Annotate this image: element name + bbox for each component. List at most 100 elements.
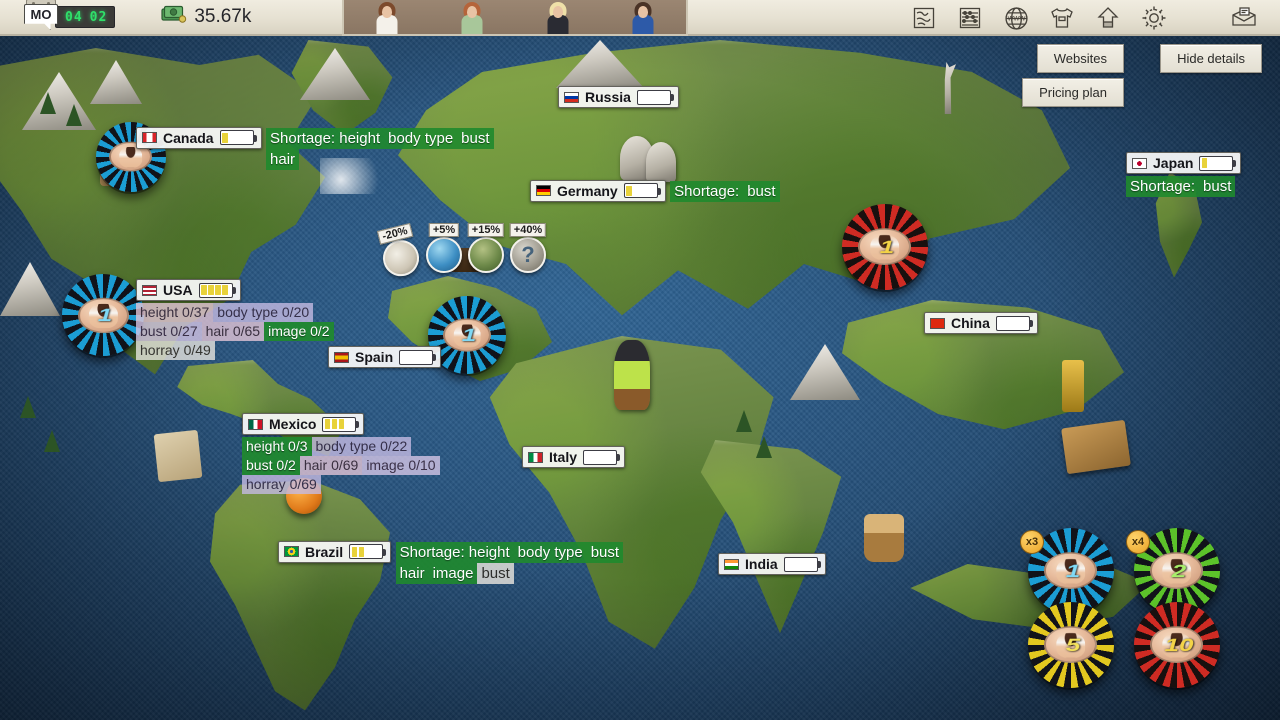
stat-chip: bust 0/2 (242, 456, 300, 475)
clock-hours: 04 (65, 9, 83, 25)
svg-text:WWW: WWW (1007, 15, 1025, 22)
websites-button[interactable]: Websites (1036, 44, 1124, 73)
money-display[interactable]: 35.67k (161, 5, 251, 30)
country-spain-head[interactable]: Spain (328, 346, 442, 368)
country-mexico-name: Mexico (269, 416, 317, 432)
country-italy[interactable]: Italy (522, 446, 626, 468)
tray-chip-1-multiplier: x3 (1020, 530, 1044, 554)
country-canada-progress (219, 130, 257, 145)
tray-chip-1-value: 1 (1065, 560, 1080, 582)
country-russia-progress (636, 89, 674, 105)
map-chip-asia-value: 1 (879, 236, 894, 258)
gear-icon[interactable] (1140, 4, 1168, 32)
map-chip-usa-value: 1 (97, 304, 112, 326)
stat-chip: image 0/2 (264, 322, 334, 341)
stat-chip: hair 0/65 (201, 322, 265, 341)
country-mexico[interactable]: Mexico height 0/3 body type 0/22 bust 0/… (242, 413, 448, 494)
stat-chip: height 0/37 (136, 303, 214, 322)
country-usa-progress (198, 282, 236, 298)
brazil-flag (284, 546, 299, 557)
hide-details-button[interactable]: Hide details (1160, 44, 1262, 73)
country-spain[interactable]: Spain (328, 346, 442, 368)
japan-flag (1132, 157, 1147, 169)
portrait-slot-4[interactable] (625, 0, 661, 34)
country-germany[interactable]: Germany Shortage: bust (530, 179, 780, 202)
country-japan[interactable]: Japan Shortage: bust (1126, 152, 1280, 197)
shortage-chip: bust (477, 563, 514, 584)
country-china-head[interactable]: China (924, 312, 1038, 334)
country-india-head[interactable]: India (718, 553, 826, 575)
country-canada-head[interactable]: Canada (136, 126, 262, 149)
mexico-flag (248, 418, 263, 430)
shortage-chip: Shortage: (670, 181, 744, 202)
shortage-chip: hair (266, 149, 300, 170)
tray-chip-2-multiplier: x4 (1126, 530, 1150, 554)
stat-chip: height 0/3 (242, 437, 312, 456)
usa-flag (142, 284, 157, 296)
stat-chip: bust 0/27 (136, 322, 202, 341)
shortage-chip: hair (395, 563, 429, 584)
calendar-day-label: MO (24, 4, 58, 30)
top-icon-bar: WWW (910, 0, 1258, 36)
country-italy-head[interactable]: Italy (522, 446, 626, 468)
map-chip-spain-value: 1 (461, 324, 476, 346)
tray-chip-2-value: 2 (1171, 560, 1186, 582)
map-chip-usa[interactable]: 1 (62, 274, 144, 356)
country-germany-head[interactable]: Germany (530, 179, 666, 202)
map-icon[interactable] (910, 4, 938, 32)
country-china-name: China (951, 315, 990, 331)
upload-icon[interactable] (1094, 4, 1122, 32)
clock-minutes: 02 (89, 9, 108, 25)
italy-flag (528, 451, 543, 463)
country-russia-name: Russia (585, 89, 631, 105)
pricing-plan-button[interactable]: Pricing plan (1022, 78, 1124, 107)
tray-chip-5-value: 5 (1065, 634, 1080, 656)
www-globe-icon[interactable]: WWW (1002, 4, 1030, 32)
country-germany-shortage: Shortage: bust (670, 181, 780, 202)
tray-chip-5[interactable]: 5 (1028, 602, 1114, 688)
country-russia-head[interactable]: Russia (558, 86, 679, 108)
mailbox-icon[interactable] (1230, 4, 1258, 32)
calendar-clock-widget[interactable]: MO 04 02 (24, 0, 116, 30)
portrait-slot-2[interactable] (454, 0, 490, 34)
country-brazil-shortage: Shortage: height body type bust hair ima… (395, 542, 626, 584)
question-icon: ? (510, 237, 546, 273)
abacus-icon[interactable] (956, 4, 984, 32)
pool-icon (426, 237, 462, 273)
country-brazil-name: Brazil (305, 543, 344, 560)
country-brazil-head[interactable]: Brazil (278, 540, 392, 563)
shortage-chip: Shortage: height (266, 128, 385, 149)
country-mexico-head[interactable]: Mexico (242, 413, 365, 435)
country-mexico-progress (322, 416, 360, 432)
country-india[interactable]: India (718, 553, 826, 575)
shortage-chip: body type (384, 128, 458, 149)
country-brazil[interactable]: Brazil Shortage: height body type bust h… (278, 540, 626, 584)
tshirt-icon[interactable] (1048, 4, 1076, 32)
spain-flag (334, 351, 349, 363)
stat-chip: image 0/10 (362, 456, 440, 475)
country-japan-head[interactable]: Japan (1126, 152, 1242, 174)
tray-chip-10[interactable]: 10 (1134, 602, 1220, 688)
portrait-slot-1[interactable] (369, 0, 405, 34)
portrait-slot-3[interactable] (540, 0, 576, 34)
character-portrait-bar[interactable] (342, 0, 688, 36)
country-mexico-stats: height 0/3 body type 0/22 bust 0/2 hair … (242, 437, 448, 494)
shortage-chip: Shortage: (1126, 176, 1200, 197)
country-china[interactable]: China (924, 312, 1038, 334)
country-canada[interactable]: Canada Shortage: height body type bust h… (136, 126, 526, 170)
country-germany-name: Germany (557, 182, 618, 199)
country-brazil-progress (349, 544, 387, 559)
country-spain-name: Spain (355, 349, 394, 365)
country-canada-name: Canada (163, 129, 214, 146)
country-russia[interactable]: Russia (558, 86, 679, 108)
map-chip-asia[interactable]: 1 (842, 204, 928, 290)
country-japan-shortage: Shortage: bust (1126, 176, 1236, 197)
germany-flag (536, 185, 551, 196)
country-italy-name: Italy (549, 449, 578, 465)
money-value: 35.67k (194, 6, 252, 27)
shortage-chip: image (428, 563, 478, 584)
country-canada-shortage: Shortage: height body type bust hair (266, 128, 526, 170)
country-usa-head[interactable]: USA (136, 279, 241, 301)
country-italy-progress (583, 449, 621, 465)
game-screen: MO 04 02 35.67k WWW Websites Hide detail… (0, 0, 1280, 720)
